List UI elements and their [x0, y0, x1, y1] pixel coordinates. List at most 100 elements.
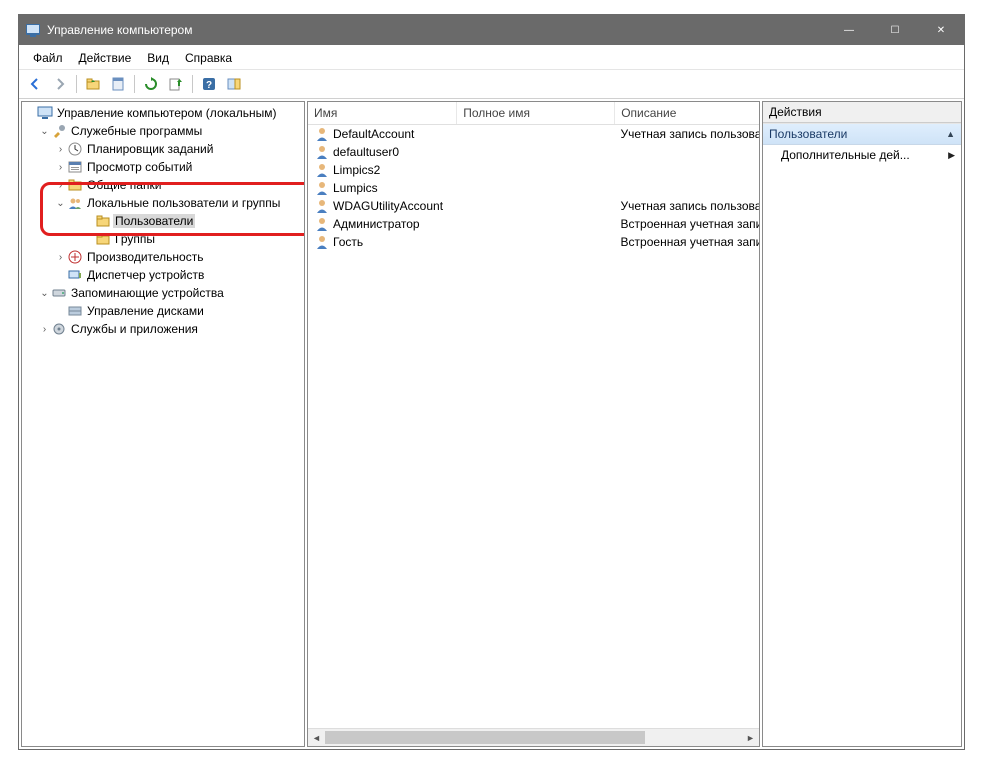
tree-system-tools[interactable]: ⌄ Служебные программы — [22, 122, 304, 140]
maximize-button[interactable]: ☐ — [872, 15, 918, 45]
twisty-open-icon[interactable]: ⌄ — [38, 288, 51, 299]
twisty-open-icon[interactable]: ⌄ — [54, 198, 67, 209]
tree-pane: Управление компьютером (локальным) ⌄ Слу… — [21, 101, 305, 747]
tree-services-apps[interactable]: › Службы и приложения — [22, 320, 304, 338]
event-log-icon — [67, 159, 83, 175]
titlebar[interactable]: Управление компьютером — ☐ ✕ — [19, 15, 964, 45]
user-icon — [314, 216, 330, 232]
actions-section-users[interactable]: Пользователи ▲ — [763, 123, 961, 145]
toolbar: ? — [19, 69, 964, 99]
toolbar-back-button[interactable] — [23, 72, 47, 96]
tree-local-users-groups[interactable]: ⌄ Локальные пользователи и группы — [22, 194, 304, 212]
list-cell-name: WDAGUtilityAccount — [308, 198, 457, 214]
close-button[interactable]: ✕ — [918, 15, 964, 45]
tree-shared-folders[interactable]: › Общие папки — [22, 176, 304, 194]
list-row[interactable]: Lumpics — [308, 179, 759, 197]
chevron-up-icon[interactable]: ▲ — [946, 129, 955, 139]
tree-performance[interactable]: › Производительность — [22, 248, 304, 266]
tree-label: Запоминающие устройства — [69, 286, 226, 300]
tools-icon — [51, 123, 67, 139]
toolbar-properties-button[interactable] — [106, 72, 130, 96]
minimize-button[interactable]: — — [826, 15, 872, 45]
tree-root[interactable]: Управление компьютером (локальным) — [22, 104, 304, 122]
svg-text:?: ? — [206, 80, 212, 91]
user-icon — [314, 144, 330, 160]
device-icon — [67, 267, 83, 283]
twisty-closed-icon[interactable]: › — [54, 144, 67, 155]
toolbar-actionpane-button[interactable] — [222, 72, 246, 96]
tree-storage[interactable]: ⌄ Запоминающие устройства — [22, 284, 304, 302]
tree-task-scheduler[interactable]: › Планировщик заданий — [22, 140, 304, 158]
folder-icon — [95, 231, 111, 247]
chevron-right-icon: ▶ — [948, 150, 955, 161]
menu-view[interactable]: Вид — [139, 49, 177, 68]
scroll-left-arrow-icon[interactable]: ◄ — [308, 729, 325, 746]
tree-label: Общие папки — [85, 178, 163, 192]
tree-label: Служебные программы — [69, 124, 204, 138]
tree-view[interactable]: Управление компьютером (локальным) ⌄ Слу… — [22, 102, 304, 340]
menu-file[interactable]: Файл — [25, 49, 71, 68]
list-row[interactable]: WDAGUtilityAccount Учетная запись пользов… — [308, 197, 759, 215]
shared-folder-icon — [67, 177, 83, 193]
tree-label: Производительность — [85, 250, 205, 264]
tree-label: Группы — [113, 232, 157, 246]
twisty-closed-icon[interactable]: › — [54, 252, 67, 263]
actions-item-more[interactable]: Дополнительные дей... ▶ — [763, 145, 961, 165]
twisty-closed-icon[interactable]: › — [54, 180, 67, 191]
list-pane: Имя Полное имя Описание DefaultAccountУч… — [307, 101, 760, 747]
list-col-fullname[interactable]: Полное имя — [457, 102, 615, 124]
list-row[interactable]: DefaultAccountУчетная запись пользова — [308, 125, 759, 143]
list-col-name[interactable]: Имя — [308, 102, 457, 124]
list-cell-description: Встроенная учетная запи — [615, 217, 759, 231]
tree-label: Пользователи — [113, 214, 195, 228]
toolbar-separator — [192, 75, 193, 93]
list-cell-name: Limpics2 — [308, 162, 457, 178]
computer-icon — [37, 105, 53, 121]
scroll-thumb[interactable] — [325, 731, 645, 744]
tree-disk-mgmt[interactable]: Управление дисками — [22, 302, 304, 320]
list-row[interactable]: ГостьВстроенная учетная запи — [308, 233, 759, 251]
folder-icon — [95, 213, 111, 229]
tree-groups[interactable]: Группы — [22, 230, 304, 248]
toolbar-refresh-button[interactable] — [139, 72, 163, 96]
twisty-open-icon[interactable]: ⌄ — [38, 126, 51, 137]
list-row[interactable]: АдминистраторВстроенная учетная запи — [308, 215, 759, 233]
list-cell-name: defaultuser0 — [308, 144, 457, 160]
list-row[interactable]: defaultuser0 — [308, 143, 759, 161]
toolbar-separator — [134, 75, 135, 93]
tree-event-viewer[interactable]: › Просмотр событий — [22, 158, 304, 176]
tree-label: Планировщик заданий — [85, 142, 215, 156]
users-groups-icon — [67, 195, 83, 211]
user-icon — [314, 180, 330, 196]
horizontal-scrollbar[interactable]: ◄ ► — [308, 728, 759, 746]
toolbar-export-button[interactable] — [164, 72, 188, 96]
tree-users[interactable]: Пользователи — [22, 212, 304, 230]
twisty-closed-icon[interactable]: › — [38, 324, 51, 335]
storage-icon — [51, 285, 67, 301]
mmc-window: Управление компьютером — ☐ ✕ Файл Действ… — [18, 14, 965, 750]
tree-label: Управление компьютером (локальным) — [55, 106, 279, 120]
tree-device-manager[interactable]: Диспетчер устройств — [22, 266, 304, 284]
clock-icon — [67, 141, 83, 157]
menubar: Файл Действие Вид Справка — [19, 45, 964, 69]
list-cell-name: Гость — [308, 234, 457, 250]
scroll-right-arrow-icon[interactable]: ► — [742, 729, 759, 746]
tree-label: Просмотр событий — [85, 160, 194, 174]
window-title: Управление компьютером — [47, 23, 826, 37]
menu-help[interactable]: Справка — [177, 49, 240, 68]
twisty-closed-icon[interactable]: › — [54, 162, 67, 173]
list-col-description[interactable]: Описание — [615, 102, 759, 124]
perf-icon — [67, 249, 83, 265]
list-cell-description: Учетная запись пользова — [615, 199, 759, 213]
menu-action[interactable]: Действие — [71, 49, 140, 68]
toolbar-help-button[interactable]: ? — [197, 72, 221, 96]
tree-label: Управление дисками — [85, 304, 206, 318]
list-body[interactable]: DefaultAccountУчетная запись пользоваdef… — [308, 125, 759, 728]
toolbar-folder-up-button[interactable] — [81, 72, 105, 96]
list-row[interactable]: Limpics2 — [308, 161, 759, 179]
app-icon — [25, 22, 41, 38]
list-cell-description: Учетная запись пользова — [615, 127, 759, 141]
toolbar-forward-button[interactable] — [48, 72, 72, 96]
list-header[interactable]: Имя Полное имя Описание — [308, 102, 759, 125]
user-icon — [314, 126, 330, 142]
